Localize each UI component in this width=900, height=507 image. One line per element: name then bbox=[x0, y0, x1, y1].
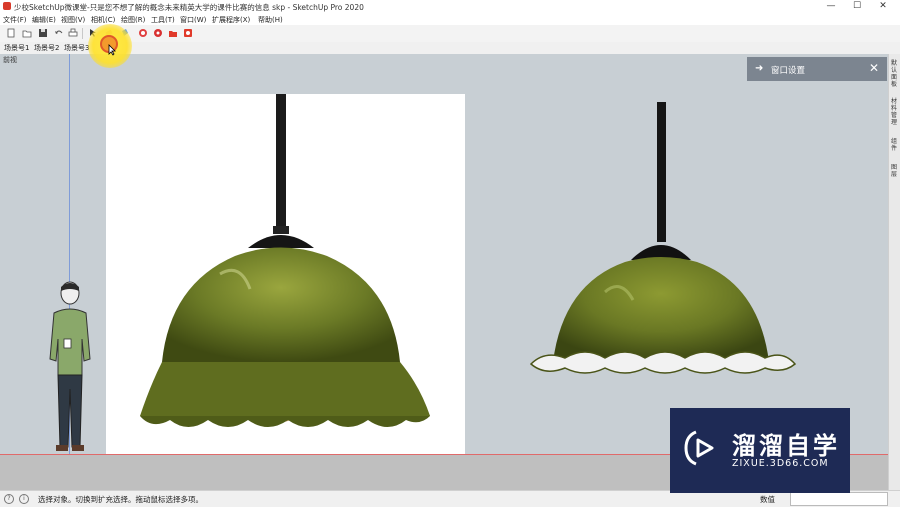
status-hint: 选择对象。切换到扩充选择。拖动鼠标选择多项。 bbox=[38, 495, 203, 504]
watermark-title: 溜溜自学 bbox=[732, 432, 840, 460]
scene-tab-2[interactable]: 场景号2 bbox=[34, 43, 59, 53]
lamp-3d-model[interactable] bbox=[525, 102, 805, 382]
tray-tab-default[interactable]: 默认面板 bbox=[891, 60, 899, 88]
play-logo-icon bbox=[684, 430, 714, 466]
title-bar: 少校SketchUp微课堂-只是您不想了解的概念未来精英大学的课件比赛的信息 s… bbox=[0, 0, 900, 14]
gear-icon[interactable] bbox=[153, 28, 163, 38]
watermark-logo: 溜溜自学 ZIXUE.3D66.COM bbox=[670, 408, 850, 493]
window-settings-title: 窗口设置 bbox=[771, 66, 806, 76]
toolbar bbox=[0, 25, 900, 43]
scene-tabs-bar: 场景号1 场景号2 场景号3 bbox=[0, 42, 900, 54]
menu-extensions[interactable]: 扩展程序(X) bbox=[212, 15, 250, 25]
folder-icon[interactable] bbox=[168, 28, 178, 38]
tray-tab-components[interactable]: 组件 bbox=[891, 138, 899, 152]
print-icon[interactable] bbox=[68, 28, 78, 38]
screenshot-icon[interactable] bbox=[183, 28, 193, 38]
info-icon[interactable]: i bbox=[19, 494, 29, 504]
menu-edit[interactable]: 编辑(E) bbox=[32, 15, 56, 25]
menu-view[interactable]: 视图(V) bbox=[61, 15, 85, 25]
sketchup-logo-icon bbox=[3, 2, 11, 10]
expand-arrow-icon[interactable]: ➜ bbox=[755, 63, 763, 74]
view-label: 前视 bbox=[3, 56, 17, 64]
menu-window[interactable]: 窗口(W) bbox=[180, 15, 206, 25]
measurements-input[interactable] bbox=[790, 492, 888, 506]
geo-location-icon[interactable]: ? bbox=[4, 494, 14, 504]
menu-file[interactable]: 文件(F) bbox=[3, 15, 27, 25]
menu-bar: 文件(F) 编辑(E) 视图(V) 相机(C) 绘图(R) 工具(T) 窗口(W… bbox=[0, 14, 900, 25]
toolbar-separator bbox=[82, 28, 83, 39]
close-icon[interactable]: ✕ bbox=[869, 61, 879, 75]
lamp-photo-image[interactable] bbox=[130, 94, 440, 454]
camera-icon[interactable] bbox=[138, 28, 148, 38]
right-tray-tabs: 默认面板 材料管理 组件 图层 bbox=[888, 54, 900, 490]
mouse-cursor-icon bbox=[108, 44, 116, 56]
measurements-label: 数值 bbox=[760, 495, 775, 504]
tray-tab-materials[interactable]: 材料管理 bbox=[891, 98, 899, 126]
save-icon[interactable] bbox=[38, 28, 48, 38]
close-window-button[interactable]: ✕ bbox=[870, 0, 896, 14]
watermark-url: ZIXUE.3D66.COM bbox=[732, 458, 829, 469]
minimize-button[interactable]: — bbox=[818, 0, 844, 14]
new-icon[interactable] bbox=[6, 28, 16, 38]
menu-tools[interactable]: 工具(T) bbox=[151, 15, 175, 25]
menu-draw[interactable]: 绘图(R) bbox=[121, 15, 145, 25]
open-icon[interactable] bbox=[22, 28, 32, 38]
undo-icon[interactable] bbox=[54, 28, 64, 38]
menu-help[interactable]: 帮助(H) bbox=[258, 15, 283, 25]
window-settings-panel[interactable]: ➜ 窗口设置 ✕ bbox=[747, 57, 887, 81]
scene-tab-1[interactable]: 场景号1 bbox=[4, 43, 29, 53]
scale-figure[interactable] bbox=[40, 279, 104, 459]
scene-tab-3[interactable]: 场景号3 bbox=[64, 43, 89, 53]
maximize-button[interactable]: ☐ bbox=[844, 0, 870, 14]
window-title: 少校SketchUp微课堂-只是您不想了解的概念未来精英大学的课件比赛的信息 s… bbox=[14, 3, 364, 12]
tray-tab-layers[interactable]: 图层 bbox=[891, 164, 899, 178]
